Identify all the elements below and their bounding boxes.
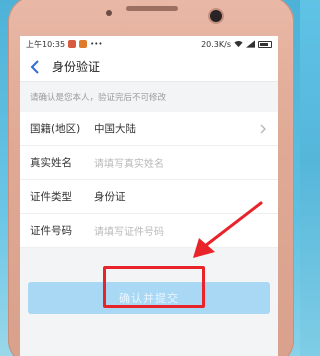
more-notifications-icon: ••• xyxy=(90,40,103,48)
title-bar: 身份验证 xyxy=(20,52,278,82)
hint-text: 请确认是您本人，验证完后不可修改 xyxy=(20,82,278,112)
nationality-value: 中国大陆 xyxy=(94,123,136,135)
front-camera xyxy=(210,10,222,22)
back-arrow-icon[interactable] xyxy=(30,59,44,74)
wifi-icon xyxy=(234,41,243,48)
notification-icon xyxy=(79,40,88,48)
real-name-row: 真实姓名 请填写真实姓名 xyxy=(20,146,278,180)
proximity-sensor xyxy=(106,10,112,16)
network-speed: 20.3K/s xyxy=(201,39,231,49)
status-bar: 上午10:35 ••• 20.3K/s xyxy=(20,36,278,52)
annotation-arrow xyxy=(193,201,263,258)
signal-icon xyxy=(246,40,255,48)
nationality-row[interactable]: 国籍(地区) 中国大陆 xyxy=(20,112,278,146)
id-number-input[interactable]: 请填写证件号码 xyxy=(94,223,164,238)
status-time: 上午10:35 xyxy=(26,39,66,49)
page-title: 身份验证 xyxy=(52,60,101,74)
battery-icon xyxy=(258,40,272,48)
real-name-label: 真实姓名 xyxy=(30,157,72,169)
chevron-right-icon xyxy=(260,124,266,134)
id-type-value: 身份证 xyxy=(94,191,126,203)
earpiece-speaker xyxy=(126,6,178,11)
phone-screen: 上午10:35 ••• 20.3K/s 身份验证 请确认是您本人，验证完后不可修… xyxy=(20,36,278,356)
id-number-label: 证件号码 xyxy=(30,225,72,237)
id-type-label: 证件类型 xyxy=(30,191,72,203)
notification-icon xyxy=(68,40,77,48)
annotation-highlight-box xyxy=(103,266,205,308)
real-name-input[interactable]: 请填写真实姓名 xyxy=(94,155,164,170)
nationality-label: 国籍(地区) xyxy=(30,123,81,135)
